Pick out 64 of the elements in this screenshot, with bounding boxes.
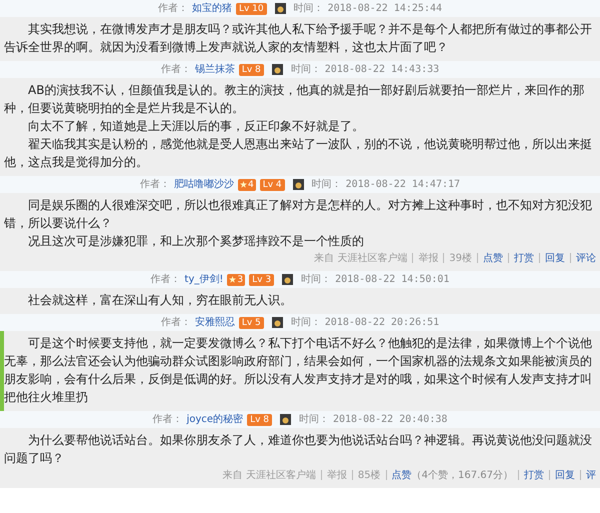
time-label: 时间： bbox=[294, 2, 324, 16]
post-time: 2018-08-22 14:25:44 bbox=[328, 2, 442, 16]
footer-text: 来自 天涯社区客户端 bbox=[222, 468, 316, 482]
footer-text: 来自 天涯社区客户端 bbox=[314, 252, 408, 266]
author-label: 作者： bbox=[160, 316, 191, 330]
footer-link[interactable]: 打赏 bbox=[524, 468, 544, 482]
avatar-icon bbox=[282, 274, 294, 285]
level-badge: Lv 10 bbox=[236, 2, 267, 14]
author-label: 作者： bbox=[160, 62, 191, 77]
like-count: （4个赞，167.67分） bbox=[412, 468, 513, 482]
avatar-icon bbox=[280, 414, 291, 425]
level-badge: Lv 8 bbox=[247, 414, 272, 426]
fans-badge: 4 bbox=[238, 178, 256, 190]
footer-text: 39楼 bbox=[449, 252, 472, 266]
level-badge: Lv 5 bbox=[238, 316, 264, 328]
level-badge: Lv 3 bbox=[249, 274, 274, 286]
post-paragraph: AB的演技我不认，但颜值我是认的。教主的演技，他真的就是拍一部好剧后就要拍一部烂片，来回作的那种，但要说黄晓明拍的全是烂片我是不认的。 bbox=[4, 82, 586, 117]
post-paragraph: 为什么要帮他说话站台。如果你朋友杀了人，难道你也要为他说话站台吗？神逻辑。再说黄说他没问题就没问题了吗？ bbox=[4, 432, 593, 467]
avatar-icon bbox=[274, 3, 286, 14]
author-link[interactable]: joyce的秘密 bbox=[186, 412, 244, 427]
footer-link[interactable]: 打赏 bbox=[514, 250, 534, 266]
author-link[interactable]: 安雅熙忍 bbox=[194, 315, 235, 330]
footer-link[interactable]: 回复 bbox=[555, 468, 575, 482]
footer-text: 85楼 bbox=[358, 468, 381, 482]
author-label: 作者： bbox=[140, 178, 170, 192]
time-label: 时间： bbox=[290, 62, 321, 77]
star-icon bbox=[240, 181, 247, 188]
post-paragraph: 翟天临我其实是认粉的，感觉他就是受人恩惠出来站了一波队，别的不说，他说黄晓明帮过他，所以出来挺他，这点我是觉得加分的。 bbox=[4, 136, 593, 171]
time-label: 时间： bbox=[301, 272, 332, 287]
author-link[interactable]: 锡兰抹茶 bbox=[194, 62, 235, 77]
footer-link[interactable]: 回复 bbox=[545, 250, 565, 266]
post-time: 2018-08-22 14:43:33 bbox=[324, 63, 440, 77]
post-paragraph: 况且这次可是涉嫌犯罪，和上次那个奚梦瑶摔跤不是一个性质的 bbox=[27, 233, 365, 250]
footer-link[interactable]: 评 bbox=[586, 468, 596, 482]
post-paragraph: 同是娱乐圈的人很难深交吧，所以也很难真正了解对方是怎样的人。对方摊上这种事时，也不知对方犯没犯错，所以要说什么？ bbox=[4, 197, 593, 232]
author-link[interactable]: 肥咕噜嘟沙沙 bbox=[174, 177, 234, 192]
post-paragraph: 社会就这样，富在深山有人知，穷在眼前无人识。 bbox=[27, 292, 293, 309]
post-time: 2018-08-22 14:47:17 bbox=[346, 178, 460, 192]
author-link[interactable]: 如宝的猪 bbox=[192, 1, 232, 16]
post-time: 2018-08-22 20:26:51 bbox=[324, 316, 440, 330]
author-label: 作者： bbox=[150, 272, 181, 287]
footer-link[interactable]: 评论 bbox=[576, 250, 596, 266]
footer-text: 举报 bbox=[326, 468, 347, 482]
post-paragraph: 其实我想说，在微博发声才是朋友吗？或许其他人私下给予援手呢？并不是每个人都把所有做过的事都公开告诉全世界的啊。就因为没看到微博上发声就说人家的友情塑料，这也太片面了吧？ bbox=[4, 21, 593, 56]
level-badge: Lv 8 bbox=[238, 64, 264, 76]
time-label: 时间： bbox=[299, 412, 329, 427]
author-link[interactable]: ty_伊剑! bbox=[184, 272, 224, 287]
post-paragraph: 可是这个时候要支持他，就一定要发微博么？私下打个电话不好么？他触犯的是法律，如果微博上个个说他无辜，那么法官还会认为他骗动群众试图影响政府部门，结果会如何，一个国家机器的法规条文如果能被演员的朋友影响，会有什么后果，反倒是低调的好。所以没有人发声支持才是对的哦，如果这个时候有人发声支持才叫把他往火堆里扔 bbox=[4, 335, 593, 406]
fans-badge: 3 bbox=[227, 274, 246, 286]
avatar-icon bbox=[272, 317, 283, 328]
footer-link[interactable]: 点赞 bbox=[392, 468, 412, 482]
post-paragraph: 向太不了解，知道她是上天涯以后的事，反正印象不好就是了。 bbox=[27, 118, 365, 135]
star-icon bbox=[229, 276, 236, 283]
author-label: 作者： bbox=[158, 2, 188, 16]
footer-text: 举报 bbox=[418, 252, 438, 266]
author-label: 作者： bbox=[152, 412, 183, 427]
avatar-icon bbox=[272, 64, 283, 75]
post-time: 2018-08-22 14:50:01 bbox=[335, 273, 450, 287]
post-time: 2018-08-22 20:40:38 bbox=[333, 413, 448, 427]
footer-link[interactable]: 点赞 bbox=[483, 250, 503, 266]
time-label: 时间： bbox=[312, 178, 342, 192]
level-badge: Lv 4 bbox=[260, 178, 285, 190]
avatar-icon bbox=[292, 179, 304, 190]
time-label: 时间： bbox=[290, 316, 321, 330]
